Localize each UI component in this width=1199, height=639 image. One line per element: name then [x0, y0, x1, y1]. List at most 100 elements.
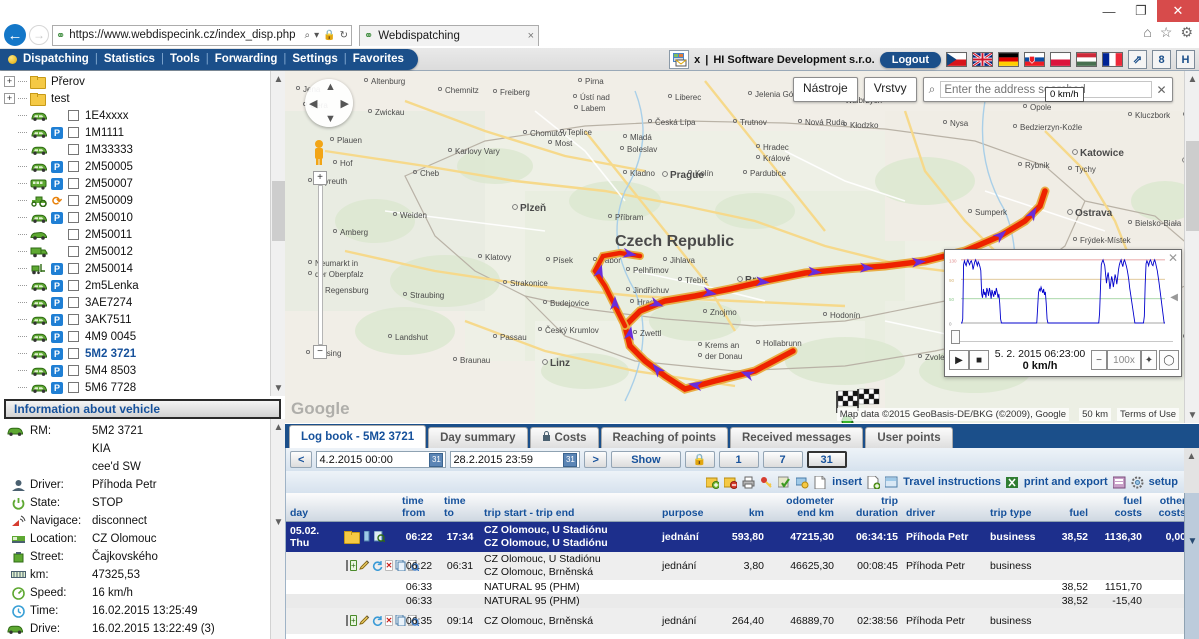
- range-7-day-button[interactable]: 7: [762, 451, 803, 468]
- table-row[interactable]: 06:33 NATURAL 95 (PHM) 38,52 1151,70: [286, 579, 1190, 594]
- url-bar[interactable]: ⚭ https://www.webdispecink.cz/index_disp…: [52, 24, 352, 46]
- col-header-time-to[interactable]: time to: [440, 493, 480, 522]
- chart-zoom-out-button[interactable]: −: [1091, 350, 1107, 370]
- tree-folder-test[interactable]: + test: [4, 90, 284, 107]
- tree-vehicle-1m33333[interactable]: 1M33333: [4, 141, 284, 158]
- travel-instructions-label[interactable]: Travel instructions: [903, 476, 1001, 488]
- window-maximize-button[interactable]: ❐: [1125, 0, 1157, 22]
- menu-item-forwarding[interactable]: Forwarding: [215, 53, 278, 65]
- table-row[interactable]: + ✕ 06:35 09:14 CZ Olomouc, Brněnská jednání 2…: [286, 607, 1190, 634]
- vehicle-label[interactable]: 2M50012: [85, 246, 133, 258]
- cell-row-icons[interactable]: + ✕: [340, 552, 420, 580]
- bottom-tabs[interactable]: Log book - 5M2 3721 Day summary Costs Reach…: [285, 424, 1199, 448]
- vehicle-label[interactable]: 5M4 8503: [85, 365, 136, 377]
- scroll-up-icon[interactable]: ▲: [271, 71, 286, 87]
- check-icon[interactable]: [777, 476, 791, 489]
- key-icon[interactable]: [760, 476, 773, 489]
- col-header-day[interactable]: day: [286, 493, 340, 522]
- tree-vehicle-1m1111[interactable]: P 1M1111: [4, 124, 284, 141]
- cell-row-icons[interactable]: [340, 522, 398, 552]
- tab-costs[interactable]: Costs: [529, 427, 599, 448]
- vehicle-label[interactable]: 2M50009: [85, 195, 133, 207]
- vehicle-label[interactable]: 1M33333: [85, 144, 133, 156]
- chart-zoom-in-button[interactable]: ✦: [1141, 350, 1157, 370]
- favorites-icon[interactable]: ☆: [1160, 24, 1173, 41]
- row-checkbox[interactable]: [346, 615, 348, 627]
- col-header-fuel-costs[interactable]: fuel costs: [1092, 493, 1146, 522]
- window-close-button[interactable]: ✕: [1157, 0, 1199, 22]
- zoom-out-button[interactable]: −: [313, 345, 327, 359]
- edit-icon[interactable]: [358, 615, 370, 626]
- chart-seek-bar[interactable]: [951, 330, 1173, 344]
- table-scrollbar[interactable]: ▼: [1184, 493, 1199, 639]
- info-scroll-down-icon[interactable]: ▼: [271, 514, 285, 530]
- table-scroll-down-icon[interactable]: ▼: [1185, 533, 1199, 549]
- vehicle-checkbox[interactable]: [68, 110, 79, 121]
- save-icon[interactable]: H: [1176, 50, 1195, 69]
- map-icon[interactable]: [374, 531, 385, 543]
- pan-right-icon[interactable]: ▶: [341, 97, 349, 110]
- vehicle-label[interactable]: 5M6 7728: [85, 382, 136, 394]
- range-31-day-button[interactable]: 31: [806, 451, 847, 468]
- map-zoom-slider[interactable]: + −: [313, 171, 327, 359]
- gear-icon[interactable]: [1131, 476, 1144, 489]
- vehicle-label[interactable]: 4M9 0045: [85, 331, 136, 343]
- browser-tab[interactable]: ⚭ Webdispatching ×: [359, 24, 539, 46]
- menu-item-statistics[interactable]: Statistics: [104, 53, 155, 65]
- logbook-table-container[interactable]: day time from time to trip start - trip end pu…: [285, 493, 1199, 639]
- insert-label[interactable]: insert: [832, 476, 862, 488]
- table-row[interactable]: + ✕ 06:22 06:31 CZ Olomouc, U Stadiónu CZ Olo…: [286, 551, 1190, 580]
- vehicle-checkbox[interactable]: [68, 263, 79, 274]
- refresh-icon[interactable]: [372, 560, 383, 572]
- tree-vehicle-2m50014[interactable]: P 2M50014: [4, 260, 284, 277]
- user-mail-icon[interactable]: [669, 50, 690, 69]
- date-from-input[interactable]: [319, 453, 428, 466]
- folder-icon[interactable]: [344, 530, 360, 544]
- vehicle-checkbox[interactable]: [68, 127, 79, 138]
- delete-icon[interactable]: ✕: [384, 615, 394, 627]
- flag-germany[interactable]: [998, 52, 1019, 67]
- vehicle-label[interactable]: 3AE7274: [85, 297, 132, 309]
- excel-icon[interactable]: [1005, 476, 1019, 489]
- vehicle-label[interactable]: 1M1111: [85, 127, 124, 139]
- tree-vehicle-5m48503[interactable]: P 5M4 8503: [4, 362, 284, 379]
- map-terms-link[interactable]: Terms of Use: [1117, 408, 1179, 421]
- scroll-down-icon[interactable]: ▼: [271, 380, 286, 396]
- col-header-odometer-end-km[interactable]: odometer end km: [768, 493, 838, 522]
- show-button[interactable]: Show: [610, 451, 681, 468]
- prev-period-button[interactable]: <: [290, 451, 313, 468]
- search-icon[interactable]: ⌕: [305, 30, 311, 41]
- vehicle-label[interactable]: 2M50014: [85, 263, 133, 275]
- vehicle-checkbox[interactable]: [68, 382, 79, 393]
- col-header-fuel[interactable]: fuel: [1052, 493, 1092, 522]
- zoom-in-button[interactable]: +: [313, 171, 327, 185]
- map-scrollbar[interactable]: ▲ ▼: [1184, 71, 1199, 423]
- browser-back-button[interactable]: ←: [4, 24, 26, 46]
- setup-label[interactable]: setup: [1149, 476, 1178, 488]
- new-window-icon[interactable]: ⇗: [1128, 50, 1147, 69]
- vehicle-checkbox[interactable]: [68, 212, 79, 223]
- tree-vehicle-4m90045[interactable]: P 4M9 0045: [4, 328, 284, 345]
- insert-icon[interactable]: [867, 475, 881, 489]
- tree-vehicle-2m5lenka[interactable]: P 2m5Lenka: [4, 277, 284, 294]
- col-header-time-from[interactable]: time from: [398, 493, 440, 522]
- flag-hungary[interactable]: [1076, 52, 1097, 67]
- chart-reset-button[interactable]: ◯: [1159, 350, 1179, 370]
- cell-row-icons[interactable]: + ✕: [340, 608, 420, 634]
- menu-item-favorites[interactable]: Favorites: [353, 53, 404, 65]
- map-tools-button[interactable]: Nástroje: [793, 77, 858, 102]
- flag-united-kingdom[interactable]: [972, 52, 993, 67]
- calendar-to-icon[interactable]: 31: [563, 452, 578, 467]
- vehicle-tree[interactable]: + Přerov + test 1E4xxxx P 1M1111 1M33333 P 2M5000…: [0, 71, 285, 396]
- window-minimize-button[interactable]: —: [1093, 0, 1125, 22]
- add-icon[interactable]: +: [350, 560, 357, 572]
- tree-vehicle-2m50007[interactable]: P 2M50007: [4, 175, 284, 192]
- date-to-field[interactable]: 31: [450, 451, 581, 468]
- vehicle-checkbox[interactable]: [68, 178, 79, 189]
- tab-day-summary[interactable]: Day summary: [428, 427, 528, 448]
- pan-down-icon[interactable]: ▼: [325, 113, 336, 125]
- tree-vehicle-3ak7511[interactable]: P 3AK7511: [4, 311, 284, 328]
- flag-poland[interactable]: [1050, 52, 1071, 67]
- col-header-trip-type[interactable]: trip type: [986, 493, 1052, 522]
- note-icon[interactable]: [361, 531, 372, 542]
